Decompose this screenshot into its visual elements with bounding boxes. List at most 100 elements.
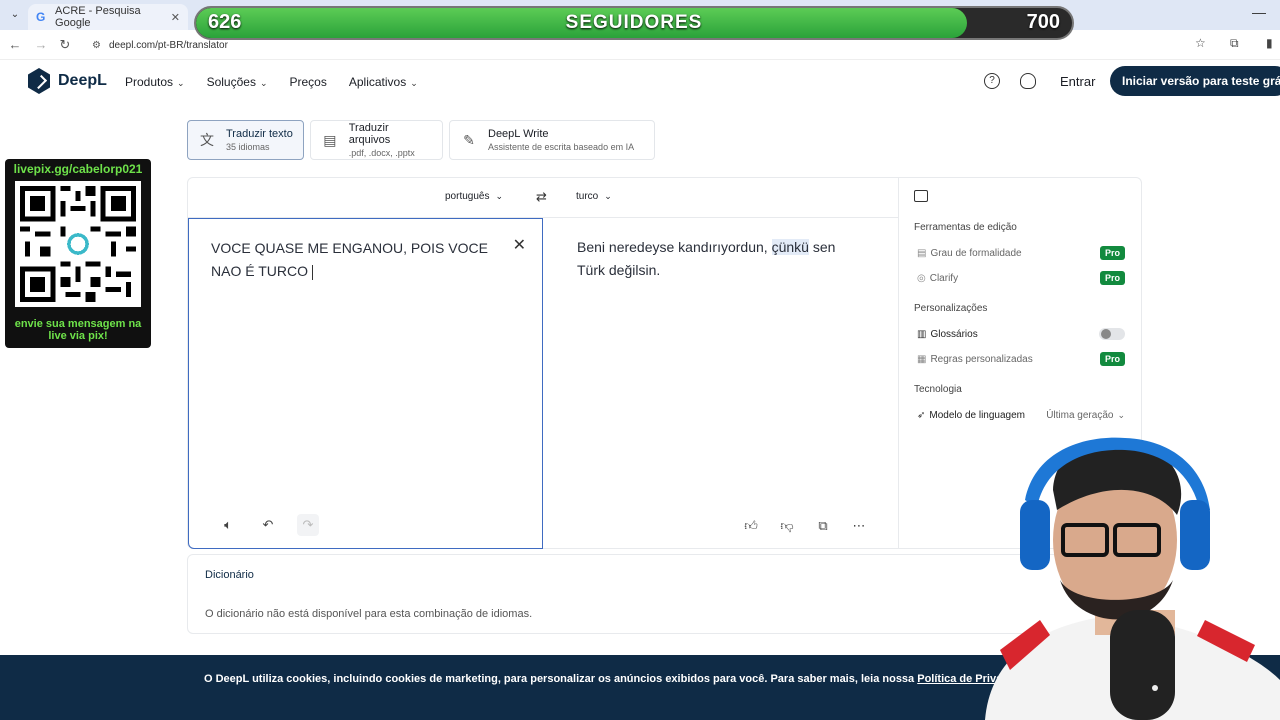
- target-toolbar: 👍︎ 👎︎ ⧉ ⋯: [740, 515, 870, 537]
- section-technology: Tecnologia: [914, 384, 962, 395]
- login-link[interactable]: Entrar: [1060, 74, 1095, 89]
- option-label: Grau de formalidade: [930, 247, 1022, 259]
- followers-label: SEGUIDORES: [565, 12, 703, 33]
- mode-subtitle: .pdf, .docx, .pptx: [348, 148, 415, 158]
- rocket-icon: ➶: [917, 409, 926, 421]
- tab-search-icon[interactable]: ⌄: [6, 6, 24, 24]
- sidebar-icon[interactable]: ▮: [1266, 36, 1273, 50]
- glossaries-option[interactable]: ▥ Glossários: [911, 324, 1131, 344]
- qr-message: envie sua mensagem na live via pix!: [14, 318, 142, 342]
- extensions-icon[interactable]: ⧉: [1230, 36, 1239, 51]
- option-label: Clarify: [929, 272, 959, 284]
- nav-solucoes[interactable]: Soluções ⌄: [207, 75, 268, 89]
- nav-produtos[interactable]: Produtos ⌄: [125, 75, 185, 89]
- option-label: Glossários: [930, 328, 978, 340]
- back-icon[interactable]: ←: [6, 36, 24, 54]
- pro-badge: Pro: [1099, 352, 1125, 366]
- pro-badge: Pro: [1099, 271, 1125, 285]
- custom-rules-option[interactable]: ▦ Regras personalizadas Pro: [911, 349, 1131, 369]
- pro-badge: Pro: [1099, 246, 1125, 260]
- option-label: Regras personalizadas: [930, 353, 1033, 365]
- formality-option[interactable]: ▤ Grau de formalidade Pro: [911, 243, 1131, 263]
- model-value: Última geração: [1046, 409, 1114, 421]
- qr-url: livepix.gg/cabelorp021: [13, 162, 143, 176]
- tab-translate-text[interactable]: 文 Traduzir texto 35 idiomas: [187, 120, 304, 160]
- thumbs-up-icon[interactable]: 👍︎: [740, 515, 762, 537]
- clarify-option[interactable]: ◎ Clarify Pro: [911, 268, 1131, 288]
- nav-label: Produtos: [125, 75, 174, 89]
- source-text[interactable]: VOCE QUASE ME ENGANOU, POIS VOCE NAO É T…: [211, 237, 501, 283]
- target-language-select[interactable]: turco ⌄: [576, 191, 612, 202]
- tab-close-icon[interactable]: ✕: [171, 11, 180, 24]
- mode-title: Traduzir texto: [226, 128, 293, 140]
- swap-languages-icon[interactable]: ⇄: [536, 189, 547, 205]
- mode-title: Traduzir arquivos: [348, 122, 391, 146]
- source-language-select[interactable]: português ⌄: [445, 191, 503, 202]
- logo-text: DeepL: [58, 72, 107, 89]
- thumbs-down-icon[interactable]: 👎︎: [776, 515, 798, 537]
- forward-icon[interactable]: →: [32, 36, 50, 54]
- reload-icon[interactable]: ↻: [56, 36, 74, 54]
- followers-goal: 700: [1026, 11, 1060, 33]
- source-text-area[interactable]: VOCE QUASE ME ENGANOU, POIS VOCE NAO É T…: [188, 218, 543, 549]
- translated-text[interactable]: Beni neredeyse kandırıyordun, çünkü sen …: [577, 236, 867, 282]
- nav-label: Aplicativos: [348, 75, 407, 89]
- speaker-icon[interactable]: 🔈︎: [217, 514, 239, 536]
- site-info-icon[interactable]: ⚙: [92, 40, 101, 51]
- target-lang-label: turco: [576, 191, 599, 202]
- mode-subtitle: Assistente de escrita baseado em IA: [488, 142, 635, 152]
- language-model-option[interactable]: ➶ Modelo de linguagem Última geração ⌄: [911, 405, 1131, 425]
- browser-tab[interactable]: G ACRE - Pesquisa Google ✕: [28, 4, 188, 30]
- chevron-down-icon: ⌄: [1117, 409, 1125, 420]
- translate-icon: 文: [200, 132, 214, 148]
- model-select[interactable]: Última geração ⌄: [1046, 410, 1125, 421]
- section-customizations: Personalizações: [914, 303, 988, 314]
- share-icon[interactable]: ⋯: [848, 515, 870, 537]
- target-line: Türk değilsin.: [577, 262, 661, 278]
- url-text: deepl.com/pt-BR/translator: [108, 39, 228, 51]
- deepl-logo-icon: [28, 68, 50, 94]
- clear-text-icon[interactable]: ✕: [513, 235, 526, 255]
- nav-label: Soluções: [206, 75, 256, 89]
- lightbulb-icon[interactable]: [1020, 73, 1036, 89]
- nav-aplicativos[interactable]: Aplicativos ⌄: [349, 75, 418, 89]
- source-line: VOCE QUASE ME ENGANOU, POIS VOCE: [211, 240, 488, 256]
- chevron-down-icon: ⌄: [177, 78, 185, 88]
- start-trial-button[interactable]: Iniciar versão para teste grátis: [1110, 66, 1280, 96]
- followers-goal-bar: 626 SEGUIDORES 700: [194, 6, 1074, 40]
- cookie-text: O DeepL utiliza cookies, incluindo cooki…: [204, 673, 1037, 685]
- file-icon: ▤: [323, 131, 337, 148]
- language-selector-row: português ⌄ ⇄ turco ⌄: [188, 178, 898, 218]
- minimize-icon[interactable]: —: [1252, 4, 1266, 20]
- option-label: Modelo de linguagem: [929, 409, 1026, 421]
- tab-translate-files[interactable]: ▤ Traduzir arquivos .pdf, .docx, .pptx: [310, 120, 443, 160]
- livepix-qr-overlay: livepix.gg/cabelorp021 envie sua mensage…: [5, 159, 151, 348]
- undo-icon[interactable]: ↶: [257, 514, 279, 536]
- webcam-streamer-image: [985, 437, 1280, 720]
- redo-icon[interactable]: ↷: [297, 514, 319, 536]
- nav-precos[interactable]: Preços: [290, 75, 327, 89]
- source-lang-label: português: [445, 191, 490, 202]
- section-editing-tools: Ferramentas de edição: [914, 222, 1017, 233]
- bookmark-star-icon[interactable]: ☆: [1195, 36, 1206, 50]
- chevron-down-icon: ⌄: [604, 191, 612, 201]
- rules-icon: ▦: [917, 353, 927, 365]
- highlighted-word[interactable]: çünkü: [771, 239, 809, 255]
- tab-deepl-write[interactable]: ✎ DeepL Write Assistente de escrita base…: [449, 120, 655, 160]
- chevron-down-icon: ⌄: [410, 78, 418, 88]
- deepl-logo[interactable]: DeepL: [28, 68, 107, 94]
- qr-code: [15, 181, 141, 307]
- help-icon[interactable]: ?: [984, 73, 1000, 89]
- tab-title: ACRE - Pesquisa Google: [55, 5, 141, 29]
- target-text-part: Beni neredeyse kandırıyordun,: [577, 239, 772, 255]
- mode-title: DeepL Write: [488, 128, 549, 140]
- collapse-panel-icon[interactable]: [914, 190, 928, 202]
- chevron-down-icon: ⌄: [495, 191, 504, 201]
- glossary-toggle[interactable]: [1099, 328, 1125, 340]
- cookie-message: O DeepL utiliza cookies, incluindo cooki…: [204, 673, 918, 685]
- magic-pen-icon: ✎: [463, 131, 475, 148]
- source-toolbar: 🔈︎ ↶ ↷: [217, 514, 319, 536]
- copy-icon[interactable]: ⧉: [812, 515, 834, 537]
- formality-icon: ▤: [917, 247, 927, 259]
- source-line: NAO É TURCO: [211, 263, 308, 279]
